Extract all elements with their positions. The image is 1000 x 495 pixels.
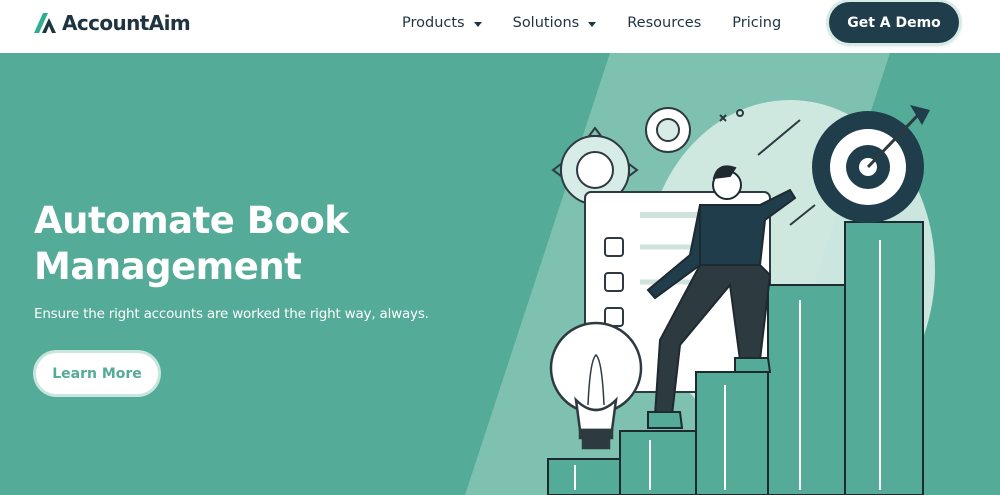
nav-solutions[interactable]: Solutions bbox=[513, 15, 597, 31]
hero-title: Automate Book Management bbox=[34, 198, 514, 290]
nav-resources[interactable]: Resources bbox=[627, 15, 701, 31]
nav-pricing-label: Pricing bbox=[732, 15, 782, 31]
hero-illustration bbox=[547, 100, 935, 495]
logo-mark-icon bbox=[34, 13, 56, 33]
nav-products[interactable]: Products bbox=[402, 15, 482, 31]
nav-resources-label: Resources bbox=[627, 15, 702, 31]
hero-title-line-2: Management bbox=[34, 245, 302, 288]
small-gear-icon bbox=[645, 107, 691, 153]
get-a-demo-button[interactable]: Get A Demo bbox=[829, 2, 959, 43]
brand-logo[interactable]: AccountAim bbox=[34, 11, 191, 35]
hero-subtitle: Ensure the right accounts are worked the… bbox=[34, 306, 429, 322]
learn-more-button[interactable]: Learn More bbox=[36, 353, 158, 394]
chevron-down-icon bbox=[588, 21, 597, 27]
hero-title-line-1: Automate Book bbox=[34, 199, 349, 242]
logo-text: AccountAim bbox=[62, 11, 191, 35]
site-header: AccountAim Products Solutions Resources … bbox=[0, 0, 1000, 53]
nav-solutions-label: Solutions bbox=[512, 15, 580, 31]
nav-products-label: Products bbox=[402, 15, 465, 31]
main-nav: Products Solutions Resources Pricing bbox=[402, 14, 812, 32]
light-bulb-icon bbox=[549, 321, 643, 450]
hero-section: Automate Book Management Ensure the righ… bbox=[0, 53, 1000, 495]
nav-pricing[interactable]: Pricing bbox=[732, 15, 781, 31]
chevron-down-icon bbox=[473, 21, 482, 27]
